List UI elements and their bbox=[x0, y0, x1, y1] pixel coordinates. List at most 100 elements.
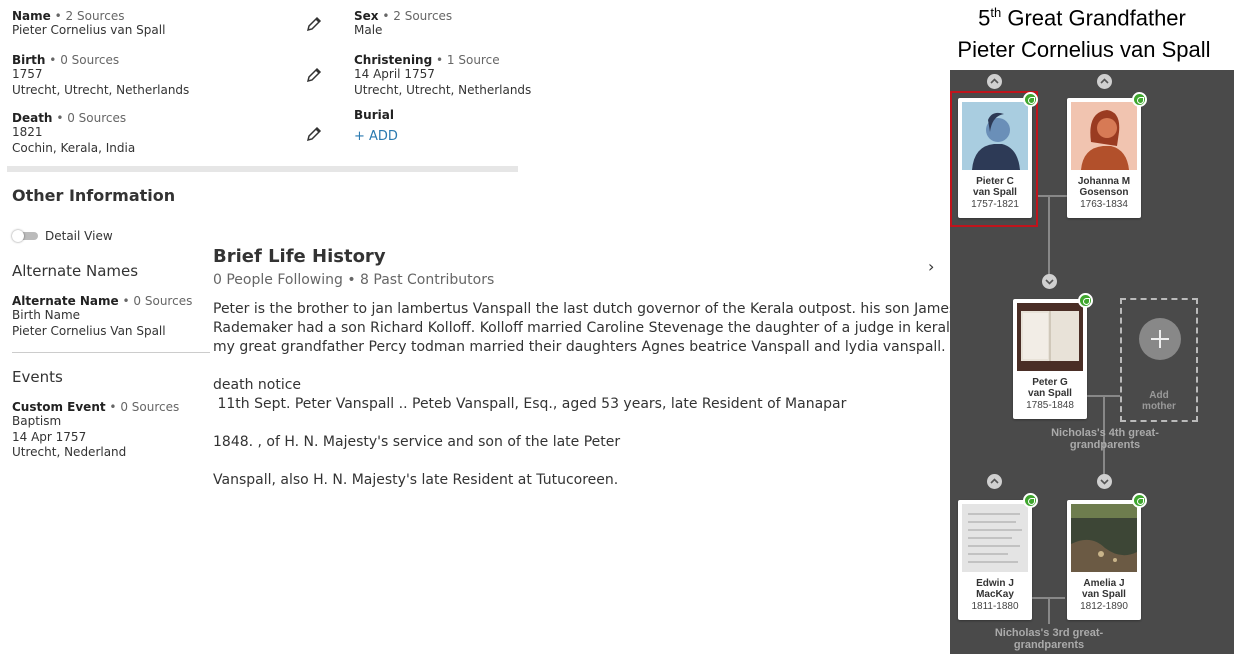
burial-label: Burial bbox=[354, 108, 394, 122]
couple-connector bbox=[1029, 597, 1065, 599]
name-sources[interactable]: 2 Sources bbox=[66, 9, 125, 23]
life-history-title: Brief Life History bbox=[213, 246, 386, 267]
person-first-name: Pieter C bbox=[976, 176, 1014, 187]
person-last-name: van Spall bbox=[1028, 388, 1072, 399]
alternate-name-type: Birth Name bbox=[12, 308, 81, 322]
death-field: Death • 0 Sources 1821 Cochin, Kerala, I… bbox=[12, 111, 136, 155]
christening-label: Christening bbox=[354, 53, 433, 67]
death-label: Death bbox=[12, 111, 53, 125]
life-history-line: death notice bbox=[213, 377, 302, 393]
life-history-line bbox=[213, 357, 943, 376]
life-history-meta: 0 People Following • 8 Past Contributors bbox=[213, 272, 495, 288]
alternate-name-field: Alternate Name • 0 Sources Birth Name Pi… bbox=[12, 294, 193, 338]
family-tree-panel: Pieter Cvan Spall 1757-1821 Johanna M Gos… bbox=[950, 70, 1234, 654]
life-history-line: 1848. , of H. N. Majesty's service and s… bbox=[213, 434, 621, 450]
custom-event-place: Utrecht, Nederland bbox=[12, 445, 127, 459]
person-last-name: MacKay bbox=[976, 589, 1014, 600]
section-divider bbox=[7, 166, 518, 172]
life-history-line: my great grandfather Percy todman marrie… bbox=[213, 339, 946, 355]
expand-up-chevron-icon[interactable] bbox=[987, 474, 1002, 489]
life-history-line: Peter is the brother to jan lambertus Va… bbox=[213, 301, 957, 317]
sex-field: Sex • 2 Sources Male bbox=[354, 9, 453, 37]
detail-view-label: Detail View bbox=[45, 229, 113, 243]
burial-field: Burial + ADD bbox=[354, 108, 398, 144]
person-first-name: Peter G bbox=[1032, 377, 1068, 388]
custom-event-date: 14 Apr 1757 bbox=[12, 429, 87, 444]
person-card-peter-g[interactable]: Peter Gvan Spall 1785-1848 bbox=[1013, 299, 1087, 419]
couple-connector bbox=[1038, 195, 1068, 197]
tree-heading-line1: 5th Great Grandfather bbox=[940, 5, 1224, 31]
life-history-line: 11th Sept. Peter Vanspall .. Peteb Vansp… bbox=[213, 396, 847, 412]
record-hint-leaf-icon[interactable] bbox=[1132, 493, 1147, 508]
life-history-line: Vanspall, also H. N. Majesty's late Resi… bbox=[213, 472, 619, 488]
name-label: Name bbox=[12, 9, 51, 23]
record-hint-leaf-icon[interactable] bbox=[1132, 92, 1147, 107]
close-panel-icon[interactable]: › bbox=[928, 257, 934, 276]
alternate-name-sources[interactable]: 0 Sources bbox=[133, 294, 192, 308]
life-history-line bbox=[213, 452, 943, 471]
events-heading: Events bbox=[12, 368, 63, 386]
person-first-name: Edwin J bbox=[976, 578, 1014, 589]
birth-place: Utrecht, Utrecht, Netherlands bbox=[12, 82, 190, 97]
collapse-down-chevron-icon[interactable] bbox=[1042, 274, 1057, 289]
add-mother-label: Add mother bbox=[1142, 390, 1176, 412]
custom-event-field: Custom Event • 0 Sources Baptism 14 Apr … bbox=[12, 400, 180, 459]
christening-field: Christening • 1 Source 14 April 1757 Utr… bbox=[354, 53, 532, 97]
name-field: Name • 2 Sources Pieter Cornelius van Sp… bbox=[12, 9, 166, 37]
person-card-pieter-c[interactable]: Pieter Cvan Spall 1757-1821 bbox=[958, 98, 1032, 218]
record-hint-leaf-icon[interactable] bbox=[1078, 293, 1093, 308]
birth-sources[interactable]: 0 Sources bbox=[60, 53, 119, 67]
expand-up-chevron-icon[interactable] bbox=[1097, 74, 1112, 89]
edit-death-pencil-icon[interactable] bbox=[305, 125, 323, 143]
life-history-line bbox=[213, 414, 943, 433]
edit-birth-pencil-icon[interactable] bbox=[305, 66, 323, 84]
person-card-edwin-j[interactable]: Edwin J MacKay 1811-1880 bbox=[958, 500, 1032, 620]
sex-sources[interactable]: 2 Sources bbox=[393, 9, 452, 23]
person-card-johanna-m[interactable]: Johanna M Gosenson 1763-1834 bbox=[1067, 98, 1141, 218]
alternate-names-heading: Alternate Names bbox=[12, 262, 139, 280]
document-photo bbox=[962, 504, 1028, 572]
custom-event-type: Baptism bbox=[12, 414, 62, 428]
death-date: 1821 bbox=[12, 125, 43, 139]
christening-place: Utrecht, Utrecht, Netherlands bbox=[354, 82, 532, 97]
collapse-down-chevron-icon[interactable] bbox=[1097, 474, 1112, 489]
christening-sources[interactable]: 1 Source bbox=[447, 53, 500, 67]
person-card-amelia-j[interactable]: Amelia Jvan Spall 1812-1890 bbox=[1067, 500, 1141, 620]
generation-caption-4th: Nicholas's 4th great- grandparents bbox=[1051, 427, 1159, 451]
person-last-name: van Spall bbox=[1082, 589, 1126, 600]
death-sources[interactable]: 0 Sources bbox=[67, 111, 126, 125]
relation-text: Great Grandfather bbox=[1001, 5, 1186, 31]
person-years: 1757-1821 bbox=[971, 199, 1019, 210]
male-silhouette-icon bbox=[962, 102, 1028, 170]
person-years: 1812-1890 bbox=[1080, 601, 1128, 612]
record-hint-leaf-icon[interactable] bbox=[1023, 92, 1038, 107]
person-first-name: Amelia J bbox=[1083, 578, 1125, 589]
document-photo bbox=[1017, 303, 1083, 371]
custom-event-sources[interactable]: 0 Sources bbox=[120, 400, 179, 414]
burial-add-link[interactable]: + ADD bbox=[354, 129, 398, 144]
christening-date: 14 April 1757 bbox=[354, 67, 435, 81]
sex-value: Male bbox=[354, 23, 383, 37]
relation-number: 5 bbox=[978, 5, 991, 31]
expand-up-chevron-icon[interactable] bbox=[987, 74, 1002, 89]
sex-label: Sex bbox=[354, 9, 379, 23]
parent-child-connector bbox=[1048, 599, 1050, 624]
person-last-name: Gosenson bbox=[1079, 187, 1129, 198]
generation-caption-3rd: Nicholas's 3rd great- grandparents bbox=[994, 627, 1104, 651]
add-mother-button[interactable]: Add mother bbox=[1120, 298, 1198, 422]
life-history-line: Rademaker had a son Richard Kolloff. Kol… bbox=[213, 320, 990, 336]
tree-heading-line2: Pieter Cornelius van Spall bbox=[957, 37, 1211, 62]
detail-view-toggle[interactable] bbox=[12, 230, 40, 242]
edit-name-pencil-icon[interactable] bbox=[305, 15, 323, 33]
person-years: 1785-1848 bbox=[1026, 400, 1074, 411]
birth-field: Birth • 0 Sources 1757 Utrecht, Utrecht,… bbox=[12, 53, 190, 97]
grave-photo bbox=[1071, 504, 1137, 572]
record-hint-leaf-icon[interactable] bbox=[1023, 493, 1038, 508]
parent-child-connector bbox=[1048, 197, 1050, 282]
plus-icon bbox=[1139, 318, 1181, 360]
alt-names-divider bbox=[12, 352, 210, 353]
alternate-name-label: Alternate Name bbox=[12, 294, 119, 308]
death-place: Cochin, Kerala, India bbox=[12, 140, 136, 155]
birth-date: 1757 bbox=[12, 67, 43, 81]
person-years: 1811-1880 bbox=[971, 601, 1019, 612]
